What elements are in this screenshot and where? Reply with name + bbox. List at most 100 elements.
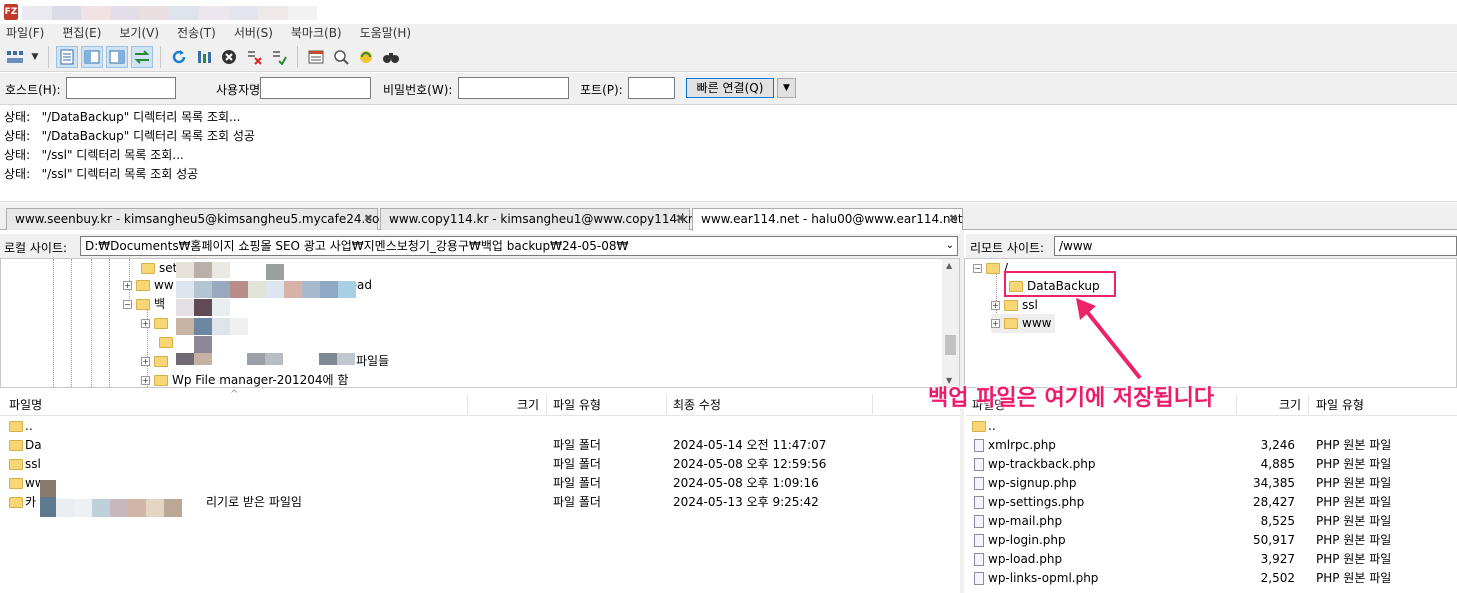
scroll-up-icon[interactable]: ▲ [946,261,952,270]
local-path-input[interactable]: D:₩Documents₩홈페이지 쇼핑몰 SEO 광고 사업₩지멘스보청기_강… [80,236,958,256]
toggle-local-tree-icon[interactable] [81,45,103,68]
local-file-list[interactable]: .. Da 파일 폴더 2024-05-14 오전 11:47:07 ssl 파일 폴… [0,417,960,593]
tab-copy114[interactable]: www.copy114.kr - kimsangheu1@www.copy114… [380,208,693,230]
folder-icon [9,421,23,432]
column-size[interactable]: 크기 [1279,396,1301,413]
message-log[interactable]: 상태: "/DataBackup" 디렉터리 목록 조회... 상태: "/Da… [0,106,1457,202]
site-manager-icon[interactable] [4,46,26,68]
quickconnect-bar: 호스트(H): 사용자명(U): 비밀번호(W): 포트(P): 빠른 연결(Q… [0,73,1457,105]
php-file-icon [974,496,984,509]
filter-icon[interactable] [305,46,327,68]
host-input[interactable] [66,77,176,99]
list-item[interactable]: .. [0,417,960,436]
column-filename[interactable]: 파일명 [9,396,42,413]
folder-icon [154,318,168,329]
filezilla-app-icon: FZ [4,4,18,20]
list-item[interactable]: Da 파일 폴더 2024-05-14 오전 11:47:07 [0,436,960,455]
local-directory-tree[interactable]: set + ww oad − 백 + + 파일들 + Wp File manager-20… [0,258,960,388]
expand-icon[interactable]: + [141,319,150,328]
list-item[interactable]: xmlrpc.php 3,246 PHP 원본 파일 [966,436,1457,455]
tab-label: www.ear114.net - halu00@www.ear114.net [701,212,963,226]
expand-icon[interactable]: + [141,357,150,366]
dropdown-icon[interactable]: ▼ [29,46,41,68]
menu-server[interactable]: 서버(S) [234,24,273,42]
expand-icon[interactable]: + [123,281,132,290]
toggle-queue-icon[interactable] [131,45,153,68]
remote-path-text: /www [1059,239,1093,253]
list-item[interactable]: wp-mail.php 8,525 PHP 원본 파일 [966,512,1457,531]
quickconnect-dropdown-button[interactable]: ▼ [777,78,796,98]
list-item[interactable]: wp-load.php 3,927 PHP 원본 파일 [966,550,1457,569]
list-item[interactable]: ssl 파일 폴더 2024-05-08 오후 12:59:56 [0,455,960,474]
menu-view[interactable]: 보기(V) [119,24,159,42]
blurred-window-title [22,6,317,20]
menu-help[interactable]: 도움말(H) [360,24,412,42]
tab-ear114[interactable]: www.ear114.net - halu00@www.ear114.net ✖ [692,208,963,231]
menu-transfer[interactable]: 전송(T) [177,24,216,42]
menu-bookmarks[interactable]: 북마크(B) [291,24,342,42]
tab-close-icon[interactable]: ✖ [364,209,373,229]
tree-item[interactable]: + Wp File manager-201204에 함 [141,371,348,387]
tab-seenbuy[interactable]: www.seenbuy.kr - kimsangheu5@kimsangheu5… [6,208,391,230]
sync-browse-icon[interactable] [355,46,377,68]
tab-close-icon[interactable]: ✖ [676,209,685,229]
expand-icon[interactable]: + [141,376,150,385]
filezilla-window: FZ 파일(F) 편집(E) 보기(V) 전송(T) 서버(S) 북마크(B) … [0,0,1457,593]
tree-item-www[interactable]: + www [991,314,1056,333]
column-filetype[interactable]: 파일 유형 [553,396,601,413]
sort-ascending-icon: ^ [230,389,239,400]
log-line: 상태: "/DataBackup" 디렉터리 목록 조회... [4,110,241,124]
tab-close-icon[interactable]: ✖ [949,209,958,229]
remote-site-bar: 리모트 사이트: /www [966,234,1457,258]
collapse-icon[interactable]: − [973,264,982,273]
collapse-icon[interactable]: − [123,300,132,309]
port-input[interactable] [628,77,675,99]
refresh-icon[interactable] [168,46,190,68]
reconnect-icon[interactable] [268,46,290,68]
column-modified[interactable]: 최종 수정 [673,396,721,413]
search-icon[interactable] [380,46,402,68]
compare-icon[interactable] [330,46,352,68]
tree-item[interactable]: − 백 [123,295,165,314]
cancel-icon[interactable] [218,46,240,68]
list-item[interactable]: wp-links-opml.php 2,502 PHP 원본 파일 [966,569,1457,588]
log-line: 상태: "/ssl" 디렉터리 목록 조회 성공 [4,167,199,181]
list-item[interactable]: wp-signup.php 34,385 PHP 원본 파일 [966,474,1457,493]
list-item[interactable]: wp-trackback.php 4,885 PHP 원본 파일 [966,455,1457,474]
tree-item[interactable]: + [141,314,172,333]
tree-item-root[interactable]: − / [973,259,1008,278]
column-filetype[interactable]: 파일 유형 [1316,396,1364,413]
folder-icon [9,459,23,470]
quickconnect-button[interactable]: 빠른 연결(Q) [686,78,774,98]
menu-edit[interactable]: 편집(E) [62,24,101,42]
scrollbar-thumb[interactable] [945,335,956,355]
chevron-down-icon[interactable]: ⌄ [946,237,954,255]
process-queue-icon[interactable] [193,46,215,68]
username-input[interactable] [260,77,371,99]
local-tree-scrollbar[interactable]: ▲ ▼ [942,259,959,387]
tab-label: www.seenbuy.kr - kimsangheu5@kimsangheu5… [15,212,391,226]
tree-item[interactable] [159,333,177,352]
toggle-remote-tree-icon[interactable] [106,45,128,68]
toggle-log-icon[interactable] [56,45,78,68]
folder-icon [9,440,23,451]
password-input[interactable] [458,77,569,99]
list-item[interactable]: .. [966,417,1457,436]
main-toolbar: ▼ [0,42,1457,72]
folder-icon [986,263,1000,274]
folder-icon [1004,318,1018,329]
expand-icon[interactable]: + [991,319,1000,328]
column-size[interactable]: 크기 [517,396,539,413]
expand-icon[interactable]: + [991,301,1000,310]
annotation-text: 백업 파일은 여기에 저장됩니다 [928,386,1215,411]
remote-file-list[interactable]: .. xmlrpc.php 3,246 PHP 원본 파일 wp-trackback… [966,417,1457,593]
local-file-list-header: 파일명 ^ 크기 파일 유형 최종 수정 [0,389,960,416]
folder-icon [972,421,986,432]
list-item[interactable]: wp-settings.php 28,427 PHP 원본 파일 [966,493,1457,512]
menu-file[interactable]: 파일(F) [6,24,44,42]
disconnect-icon[interactable] [243,46,265,68]
remote-path-input[interactable]: /www [1054,236,1457,256]
list-item[interactable]: ww 파일 폴더 2024-05-08 오후 1:09:16 [0,474,960,493]
tree-item-ssl[interactable]: + ssl [991,296,1038,315]
list-item[interactable]: wp-login.php 50,917 PHP 원본 파일 [966,531,1457,550]
